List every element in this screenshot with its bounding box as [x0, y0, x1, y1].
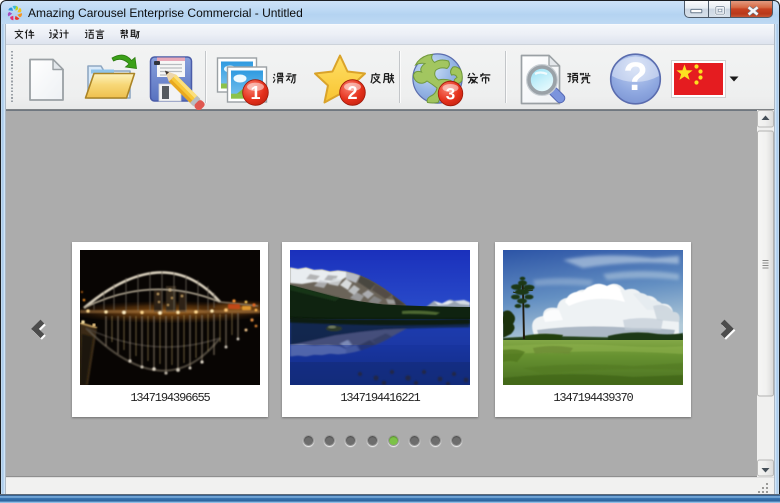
svg-text:2: 2	[347, 83, 357, 103]
svg-text:3: 3	[446, 85, 455, 104]
svg-text:1: 1	[250, 83, 260, 103]
svg-text:?: ?	[623, 55, 647, 99]
